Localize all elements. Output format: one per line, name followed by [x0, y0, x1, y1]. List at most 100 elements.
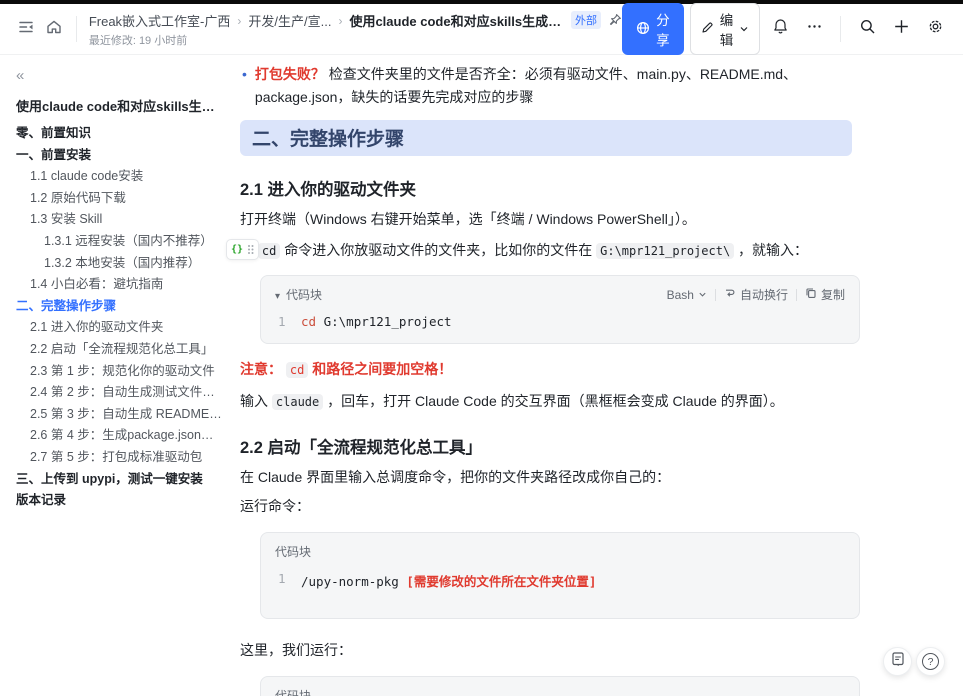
breadcrumb-item-document[interactable]: 使用claude code和对应skills生成规范化MicroPython外围… — [349, 11, 563, 30]
note-body: 和路径之间要加空格！ — [308, 361, 453, 377]
comments-fab-button[interactable] — [883, 647, 912, 676]
toc-item[interactable]: 1.3 安装 Skill — [16, 209, 224, 231]
home-button[interactable] — [40, 15, 68, 43]
globe-icon — [636, 21, 650, 38]
code-block-header: 代码块 — [275, 543, 845, 560]
header-divider — [76, 16, 77, 42]
list-item-text: 打包失败？ 检查文件夹里的文件是否齐全：必须有驱动文件、main.py、READ… — [255, 63, 854, 109]
copy-button[interactable]: 复制 — [805, 286, 845, 303]
toc-item[interactable]: 2.3 第 1 步：规范化你的驱动文件 — [16, 361, 224, 383]
breadcrumb-separator-icon — [230, 13, 248, 28]
code-body: G:\mpr121_project — [316, 314, 452, 329]
code-block-label[interactable]: 代码块 — [275, 687, 311, 696]
paragraph: 运行命令： — [240, 498, 310, 514]
code-body: /upy-norm-pkg — [301, 574, 407, 589]
search-icon — [859, 18, 876, 40]
subsection-heading-2-2: 2.2 启动「全流程规范化总工具」 — [240, 439, 483, 457]
code-block-header: 代码块 Bash 自动换行 复制 — [275, 286, 845, 303]
ellipsis-icon — [806, 18, 823, 40]
text: 命令进入你放驱动文件的文件夹，比如你的文件在 — [280, 242, 597, 258]
create-new-button[interactable] — [887, 15, 915, 43]
code-block-label[interactable]: 代码块 — [275, 286, 322, 303]
section-heading: 二、完整操作步骤 — [240, 120, 852, 156]
body: « 使用claude code和对应skills生成规范... 零、前置知识 一… — [0, 55, 963, 696]
code-block-run-example: 代码块 1 /upy-norm-pkg G:\bmp280 — [260, 676, 860, 696]
breadcrumb-item-folder[interactable]: 开发/生产/宣... — [248, 11, 331, 30]
line-number: 1 — [278, 314, 286, 329]
inline-code: cd — [257, 243, 281, 259]
breadcrumb-item-workspace[interactable]: Freak嵌入式工作室-广西 — [89, 11, 231, 30]
code-placeholder-red: [需要修改的文件所在文件夹位置] — [406, 574, 597, 589]
code-snippet-handle[interactable]: {} — [226, 239, 260, 260]
note-paragraph: 注意： cd 和路径之间要加空格！ — [240, 357, 854, 382]
paragraph: 输入 claude ，回车，打开 Claude Code 的交互界面（黑框框会变… — [240, 389, 854, 414]
notifications-button[interactable] — [766, 15, 794, 43]
curly-braces-icon: {} — [231, 244, 244, 255]
breadcrumb-separator-icon — [331, 13, 349, 28]
paragraph: 用 cd 命令进入你放驱动文件的文件夹，比如你的文件在 G:\mpr121_pr… — [240, 238, 854, 263]
paragraph: 打开终端（Windows 右键开始菜单，选「终端 / Windows Power… — [240, 211, 696, 227]
toc-item[interactable]: 1.2 原始代码下载 — [16, 188, 224, 210]
inline-code: G:\mpr121_project\ — [596, 243, 735, 259]
paragraph: 在 Claude 界面里输入总调度命令，把你的文件夹路径改成你自己的： — [240, 469, 671, 485]
copy-icon — [805, 287, 817, 302]
toc-item[interactable]: 1.4 小白必看：避坑指南 — [16, 274, 224, 296]
share-button[interactable]: 分享 — [622, 3, 684, 55]
toc-item[interactable]: 1.3.1 远程安装（国内不推荐） — [16, 231, 224, 253]
help-fab-button[interactable]: ? — [916, 647, 945, 676]
toc-item[interactable]: 1.3.2 本地安装（国内推荐） — [16, 253, 224, 275]
collapse-sidebar-button[interactable]: « — [16, 67, 36, 84]
wrap-label: 自动换行 — [739, 288, 788, 302]
toc-item[interactable]: 2.1 进入你的驱动文件夹 — [16, 317, 224, 339]
list-item-body: 检查文件夹里的文件是否齐全：必须有驱动文件、main.py、README.md、… — [254, 66, 798, 105]
toc-document-title[interactable]: 使用claude code和对应skills生成规范... — [16, 96, 224, 115]
warning-text: 打包失败？ — [254, 66, 325, 82]
wrap-icon — [724, 287, 736, 302]
toc-item[interactable]: 2.6 第 4 步：生成package.json配置文件 — [16, 425, 224, 447]
edit-button[interactable]: 编辑 — [689, 3, 761, 55]
toc-item-active[interactable]: 二、完整操作步骤 — [16, 296, 224, 318]
pencil-icon — [701, 21, 714, 37]
code-block-label[interactable]: 代码块 — [275, 543, 311, 560]
toggle-sidebar-button[interactable] — [12, 15, 40, 43]
divider — [714, 288, 716, 301]
toc-item[interactable]: 2.7 第 5 步：打包成标准驱动包 — [16, 447, 224, 469]
toggle-sidebar-icon — [17, 18, 35, 41]
document-content: • 打包失败？ 检查文件夹里的文件是否齐全：必须有驱动文件、main.py、RE… — [230, 55, 963, 696]
toc-item[interactable]: 版本记录 — [16, 490, 224, 512]
comment-doc-icon — [890, 651, 906, 672]
list-item: • 打包失败？ 检查文件夹里的文件是否齐全：必须有驱动文件、main.py、RE… — [240, 63, 854, 109]
header: Freak嵌入式工作室-广西 开发/生产/宣... 使用claude code和… — [0, 3, 963, 55]
settings-button[interactable] — [921, 15, 949, 43]
app-window: Freak嵌入式工作室-广西 开发/生产/宣... 使用claude code和… — [0, 0, 963, 696]
toc-item[interactable]: 一、前置安装 — [16, 145, 224, 167]
edit-label: 编辑 — [719, 13, 734, 48]
toc-item[interactable]: 零、前置知识 — [16, 123, 224, 145]
toc-item[interactable]: 三、上传到 upypi，测试一键安装 — [16, 469, 224, 491]
divider — [795, 288, 797, 301]
last-modified: 最近修改: 19 小时前 — [88, 34, 188, 47]
drag-handle-icon — [248, 245, 251, 247]
text: 输入 — [240, 393, 272, 409]
line-number: 1 — [278, 571, 286, 586]
plus-icon — [893, 18, 910, 40]
header-actions: 分享 编辑 — [622, 3, 949, 55]
external-badge: 外部 — [571, 11, 601, 29]
code-block-upy-norm-pkg: 代码块 1 /upy-norm-pkg [需要修改的文件所在文件夹位置] — [260, 532, 860, 619]
toc-item[interactable]: 2.5 第 3 步：自动生成 README 说明文档 — [16, 404, 224, 426]
toc-sidebar: « 使用claude code和对应skills生成规范... 零、前置知识 一… — [0, 55, 230, 696]
wrap-toggle[interactable]: 自动换行 — [724, 286, 788, 303]
help-icon: ? — [922, 653, 939, 670]
language-select[interactable]: Bash — [667, 288, 707, 302]
toc-item[interactable]: 2.2 启动「全流程规范化总工具」 — [16, 339, 224, 361]
pin-icon[interactable] — [608, 13, 622, 27]
breadcrumb: Freak嵌入式工作室-广西 开发/生产/宣... 使用claude code和… — [89, 11, 622, 30]
copy-label: 复制 — [820, 288, 845, 302]
code-block-header: 代码块 — [275, 687, 845, 696]
toc-item[interactable]: 1.1 claude code安装 — [16, 166, 224, 188]
subsection-heading-2-1: 2.1 进入你的驱动文件夹 — [240, 181, 417, 199]
bell-icon — [772, 18, 789, 40]
search-button[interactable] — [853, 15, 881, 43]
more-button[interactable] — [800, 15, 828, 43]
toc-item[interactable]: 2.4 第 2 步：自动生成测试文件main.py — [16, 382, 224, 404]
